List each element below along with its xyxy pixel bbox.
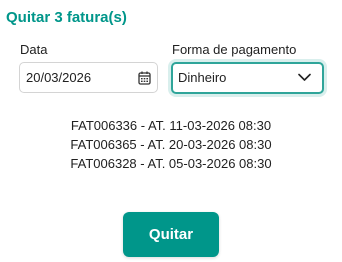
invoice-item: FAT006336 - AT. 11-03-2026 08:30 [70, 118, 272, 133]
calendar-icon[interactable] [138, 71, 151, 85]
payment-method-select[interactable]: Dinheiro [171, 62, 324, 94]
dialog-title: Quitar 3 fatura(s) [6, 9, 127, 26]
settle-button[interactable]: Quitar [123, 212, 219, 257]
date-input[interactable]: 20/03/2026 [19, 62, 158, 93]
invoice-item: FAT006365 - AT. 20-03-2026 08:30 [70, 137, 272, 152]
payment-method-value: Dinheiro [178, 70, 227, 85]
invoice-item: FAT006328 - AT. 05-03-2026 08:30 [70, 156, 272, 171]
settle-invoices-dialog: Quitar 3 fatura(s) Data Forma de pagamen… [0, 0, 342, 262]
date-label: Data [20, 42, 48, 57]
date-value: 20/03/2026 [26, 70, 92, 85]
chevron-down-icon [298, 73, 311, 81]
invoice-list: FAT006336 - AT. 11-03-2026 08:30 FAT0063… [0, 116, 342, 173]
payment-method-label: Forma de pagamento [172, 42, 297, 57]
